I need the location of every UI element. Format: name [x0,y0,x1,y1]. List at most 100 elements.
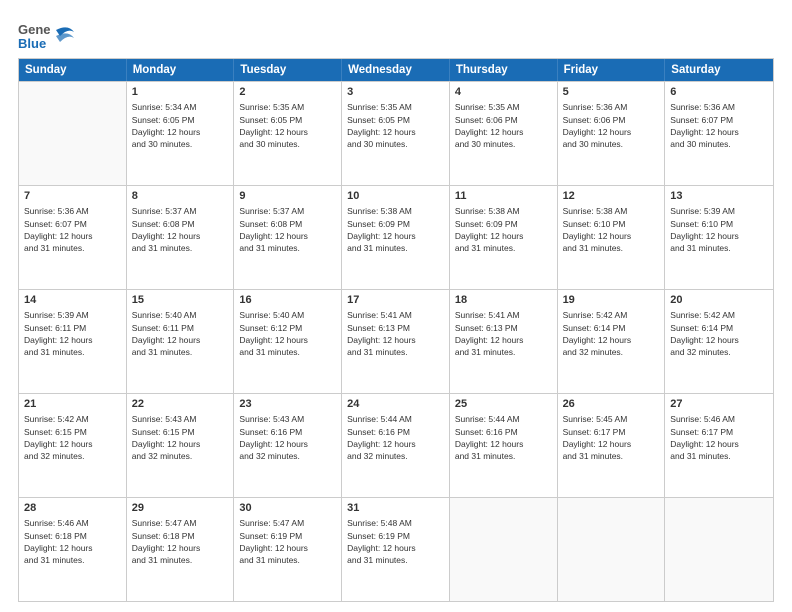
day-number: 21 [24,397,121,412]
svg-text:Blue: Blue [18,36,46,51]
calendar-header-cell: Sunday [19,59,127,81]
calendar-cell: 13Sunrise: 5:39 AMSunset: 6:10 PMDayligh… [665,186,773,289]
day-info: Sunrise: 5:37 AMSunset: 6:08 PMDaylight:… [132,205,229,254]
header: General Blue [18,18,774,54]
day-number: 12 [563,189,660,204]
day-number: 13 [670,189,768,204]
calendar-cell [19,82,127,185]
day-info: Sunrise: 5:37 AMSunset: 6:08 PMDaylight:… [239,205,336,254]
calendar-cell: 18Sunrise: 5:41 AMSunset: 6:13 PMDayligh… [450,290,558,393]
calendar-cell: 20Sunrise: 5:42 AMSunset: 6:14 PMDayligh… [665,290,773,393]
calendar: SundayMondayTuesdayWednesdayThursdayFrid… [18,58,774,602]
calendar-cell: 26Sunrise: 5:45 AMSunset: 6:17 PMDayligh… [558,394,666,497]
calendar-cell [665,498,773,601]
day-number: 28 [24,501,121,516]
day-info: Sunrise: 5:36 AMSunset: 6:07 PMDaylight:… [24,205,121,254]
day-info: Sunrise: 5:38 AMSunset: 6:09 PMDaylight:… [455,205,552,254]
day-number: 27 [670,397,768,412]
logo-wing-icon [54,18,76,54]
day-number: 6 [670,85,768,100]
calendar-cell: 7Sunrise: 5:36 AMSunset: 6:07 PMDaylight… [19,186,127,289]
day-number: 31 [347,501,444,516]
calendar-header-cell: Monday [127,59,235,81]
day-info: Sunrise: 5:48 AMSunset: 6:19 PMDaylight:… [347,517,444,566]
day-info: Sunrise: 5:35 AMSunset: 6:05 PMDaylight:… [347,101,444,150]
calendar-body: 1Sunrise: 5:34 AMSunset: 6:05 PMDaylight… [19,81,773,601]
calendar-cell: 29Sunrise: 5:47 AMSunset: 6:18 PMDayligh… [127,498,235,601]
calendar-header-row: SundayMondayTuesdayWednesdayThursdayFrid… [19,59,773,81]
calendar-cell: 21Sunrise: 5:42 AMSunset: 6:15 PMDayligh… [19,394,127,497]
day-number: 9 [239,189,336,204]
calendar-week-row: 21Sunrise: 5:42 AMSunset: 6:15 PMDayligh… [19,393,773,497]
day-info: Sunrise: 5:42 AMSunset: 6:14 PMDaylight:… [670,309,768,358]
calendar-week-row: 1Sunrise: 5:34 AMSunset: 6:05 PMDaylight… [19,81,773,185]
calendar-header-cell: Tuesday [234,59,342,81]
calendar-cell: 25Sunrise: 5:44 AMSunset: 6:16 PMDayligh… [450,394,558,497]
day-info: Sunrise: 5:35 AMSunset: 6:05 PMDaylight:… [239,101,336,150]
day-info: Sunrise: 5:43 AMSunset: 6:16 PMDaylight:… [239,413,336,462]
day-number: 22 [132,397,229,412]
day-info: Sunrise: 5:36 AMSunset: 6:07 PMDaylight:… [670,101,768,150]
day-number: 30 [239,501,336,516]
calendar-cell: 6Sunrise: 5:36 AMSunset: 6:07 PMDaylight… [665,82,773,185]
day-number: 26 [563,397,660,412]
logo-icon: General Blue [18,18,50,54]
day-info: Sunrise: 5:38 AMSunset: 6:10 PMDaylight:… [563,205,660,254]
day-info: Sunrise: 5:47 AMSunset: 6:19 PMDaylight:… [239,517,336,566]
page: General Blue SundayMondayTuesdayWednesda… [0,0,792,612]
day-info: Sunrise: 5:47 AMSunset: 6:18 PMDaylight:… [132,517,229,566]
day-number: 19 [563,293,660,308]
calendar-header-cell: Saturday [665,59,773,81]
calendar-cell: 2Sunrise: 5:35 AMSunset: 6:05 PMDaylight… [234,82,342,185]
calendar-header-cell: Wednesday [342,59,450,81]
calendar-week-row: 14Sunrise: 5:39 AMSunset: 6:11 PMDayligh… [19,289,773,393]
day-number: 5 [563,85,660,100]
calendar-cell: 8Sunrise: 5:37 AMSunset: 6:08 PMDaylight… [127,186,235,289]
calendar-cell: 9Sunrise: 5:37 AMSunset: 6:08 PMDaylight… [234,186,342,289]
day-info: Sunrise: 5:39 AMSunset: 6:11 PMDaylight:… [24,309,121,358]
calendar-cell: 31Sunrise: 5:48 AMSunset: 6:19 PMDayligh… [342,498,450,601]
day-number: 24 [347,397,444,412]
calendar-cell [558,498,666,601]
calendar-cell: 30Sunrise: 5:47 AMSunset: 6:19 PMDayligh… [234,498,342,601]
day-number: 7 [24,189,121,204]
day-number: 15 [132,293,229,308]
day-info: Sunrise: 5:35 AMSunset: 6:06 PMDaylight:… [455,101,552,150]
day-info: Sunrise: 5:34 AMSunset: 6:05 PMDaylight:… [132,101,229,150]
day-info: Sunrise: 5:40 AMSunset: 6:11 PMDaylight:… [132,309,229,358]
day-info: Sunrise: 5:44 AMSunset: 6:16 PMDaylight:… [455,413,552,462]
calendar-cell: 3Sunrise: 5:35 AMSunset: 6:05 PMDaylight… [342,82,450,185]
day-info: Sunrise: 5:46 AMSunset: 6:18 PMDaylight:… [24,517,121,566]
calendar-cell: 5Sunrise: 5:36 AMSunset: 6:06 PMDaylight… [558,82,666,185]
calendar-cell: 11Sunrise: 5:38 AMSunset: 6:09 PMDayligh… [450,186,558,289]
calendar-cell: 24Sunrise: 5:44 AMSunset: 6:16 PMDayligh… [342,394,450,497]
day-info: Sunrise: 5:46 AMSunset: 6:17 PMDaylight:… [670,413,768,462]
day-info: Sunrise: 5:39 AMSunset: 6:10 PMDaylight:… [670,205,768,254]
calendar-cell: 10Sunrise: 5:38 AMSunset: 6:09 PMDayligh… [342,186,450,289]
calendar-week-row: 7Sunrise: 5:36 AMSunset: 6:07 PMDaylight… [19,185,773,289]
day-number: 17 [347,293,444,308]
day-info: Sunrise: 5:44 AMSunset: 6:16 PMDaylight:… [347,413,444,462]
calendar-cell: 1Sunrise: 5:34 AMSunset: 6:05 PMDaylight… [127,82,235,185]
calendar-cell: 12Sunrise: 5:38 AMSunset: 6:10 PMDayligh… [558,186,666,289]
day-number: 2 [239,85,336,100]
day-number: 29 [132,501,229,516]
day-info: Sunrise: 5:42 AMSunset: 6:15 PMDaylight:… [24,413,121,462]
calendar-header-cell: Thursday [450,59,558,81]
day-number: 14 [24,293,121,308]
day-number: 20 [670,293,768,308]
day-info: Sunrise: 5:36 AMSunset: 6:06 PMDaylight:… [563,101,660,150]
calendar-cell: 4Sunrise: 5:35 AMSunset: 6:06 PMDaylight… [450,82,558,185]
calendar-cell: 15Sunrise: 5:40 AMSunset: 6:11 PMDayligh… [127,290,235,393]
calendar-cell: 23Sunrise: 5:43 AMSunset: 6:16 PMDayligh… [234,394,342,497]
day-info: Sunrise: 5:42 AMSunset: 6:14 PMDaylight:… [563,309,660,358]
calendar-cell: 19Sunrise: 5:42 AMSunset: 6:14 PMDayligh… [558,290,666,393]
day-number: 1 [132,85,229,100]
calendar-week-row: 28Sunrise: 5:46 AMSunset: 6:18 PMDayligh… [19,497,773,601]
day-number: 16 [239,293,336,308]
calendar-cell: 22Sunrise: 5:43 AMSunset: 6:15 PMDayligh… [127,394,235,497]
calendar-cell: 16Sunrise: 5:40 AMSunset: 6:12 PMDayligh… [234,290,342,393]
day-number: 25 [455,397,552,412]
day-number: 10 [347,189,444,204]
calendar-header-cell: Friday [558,59,666,81]
